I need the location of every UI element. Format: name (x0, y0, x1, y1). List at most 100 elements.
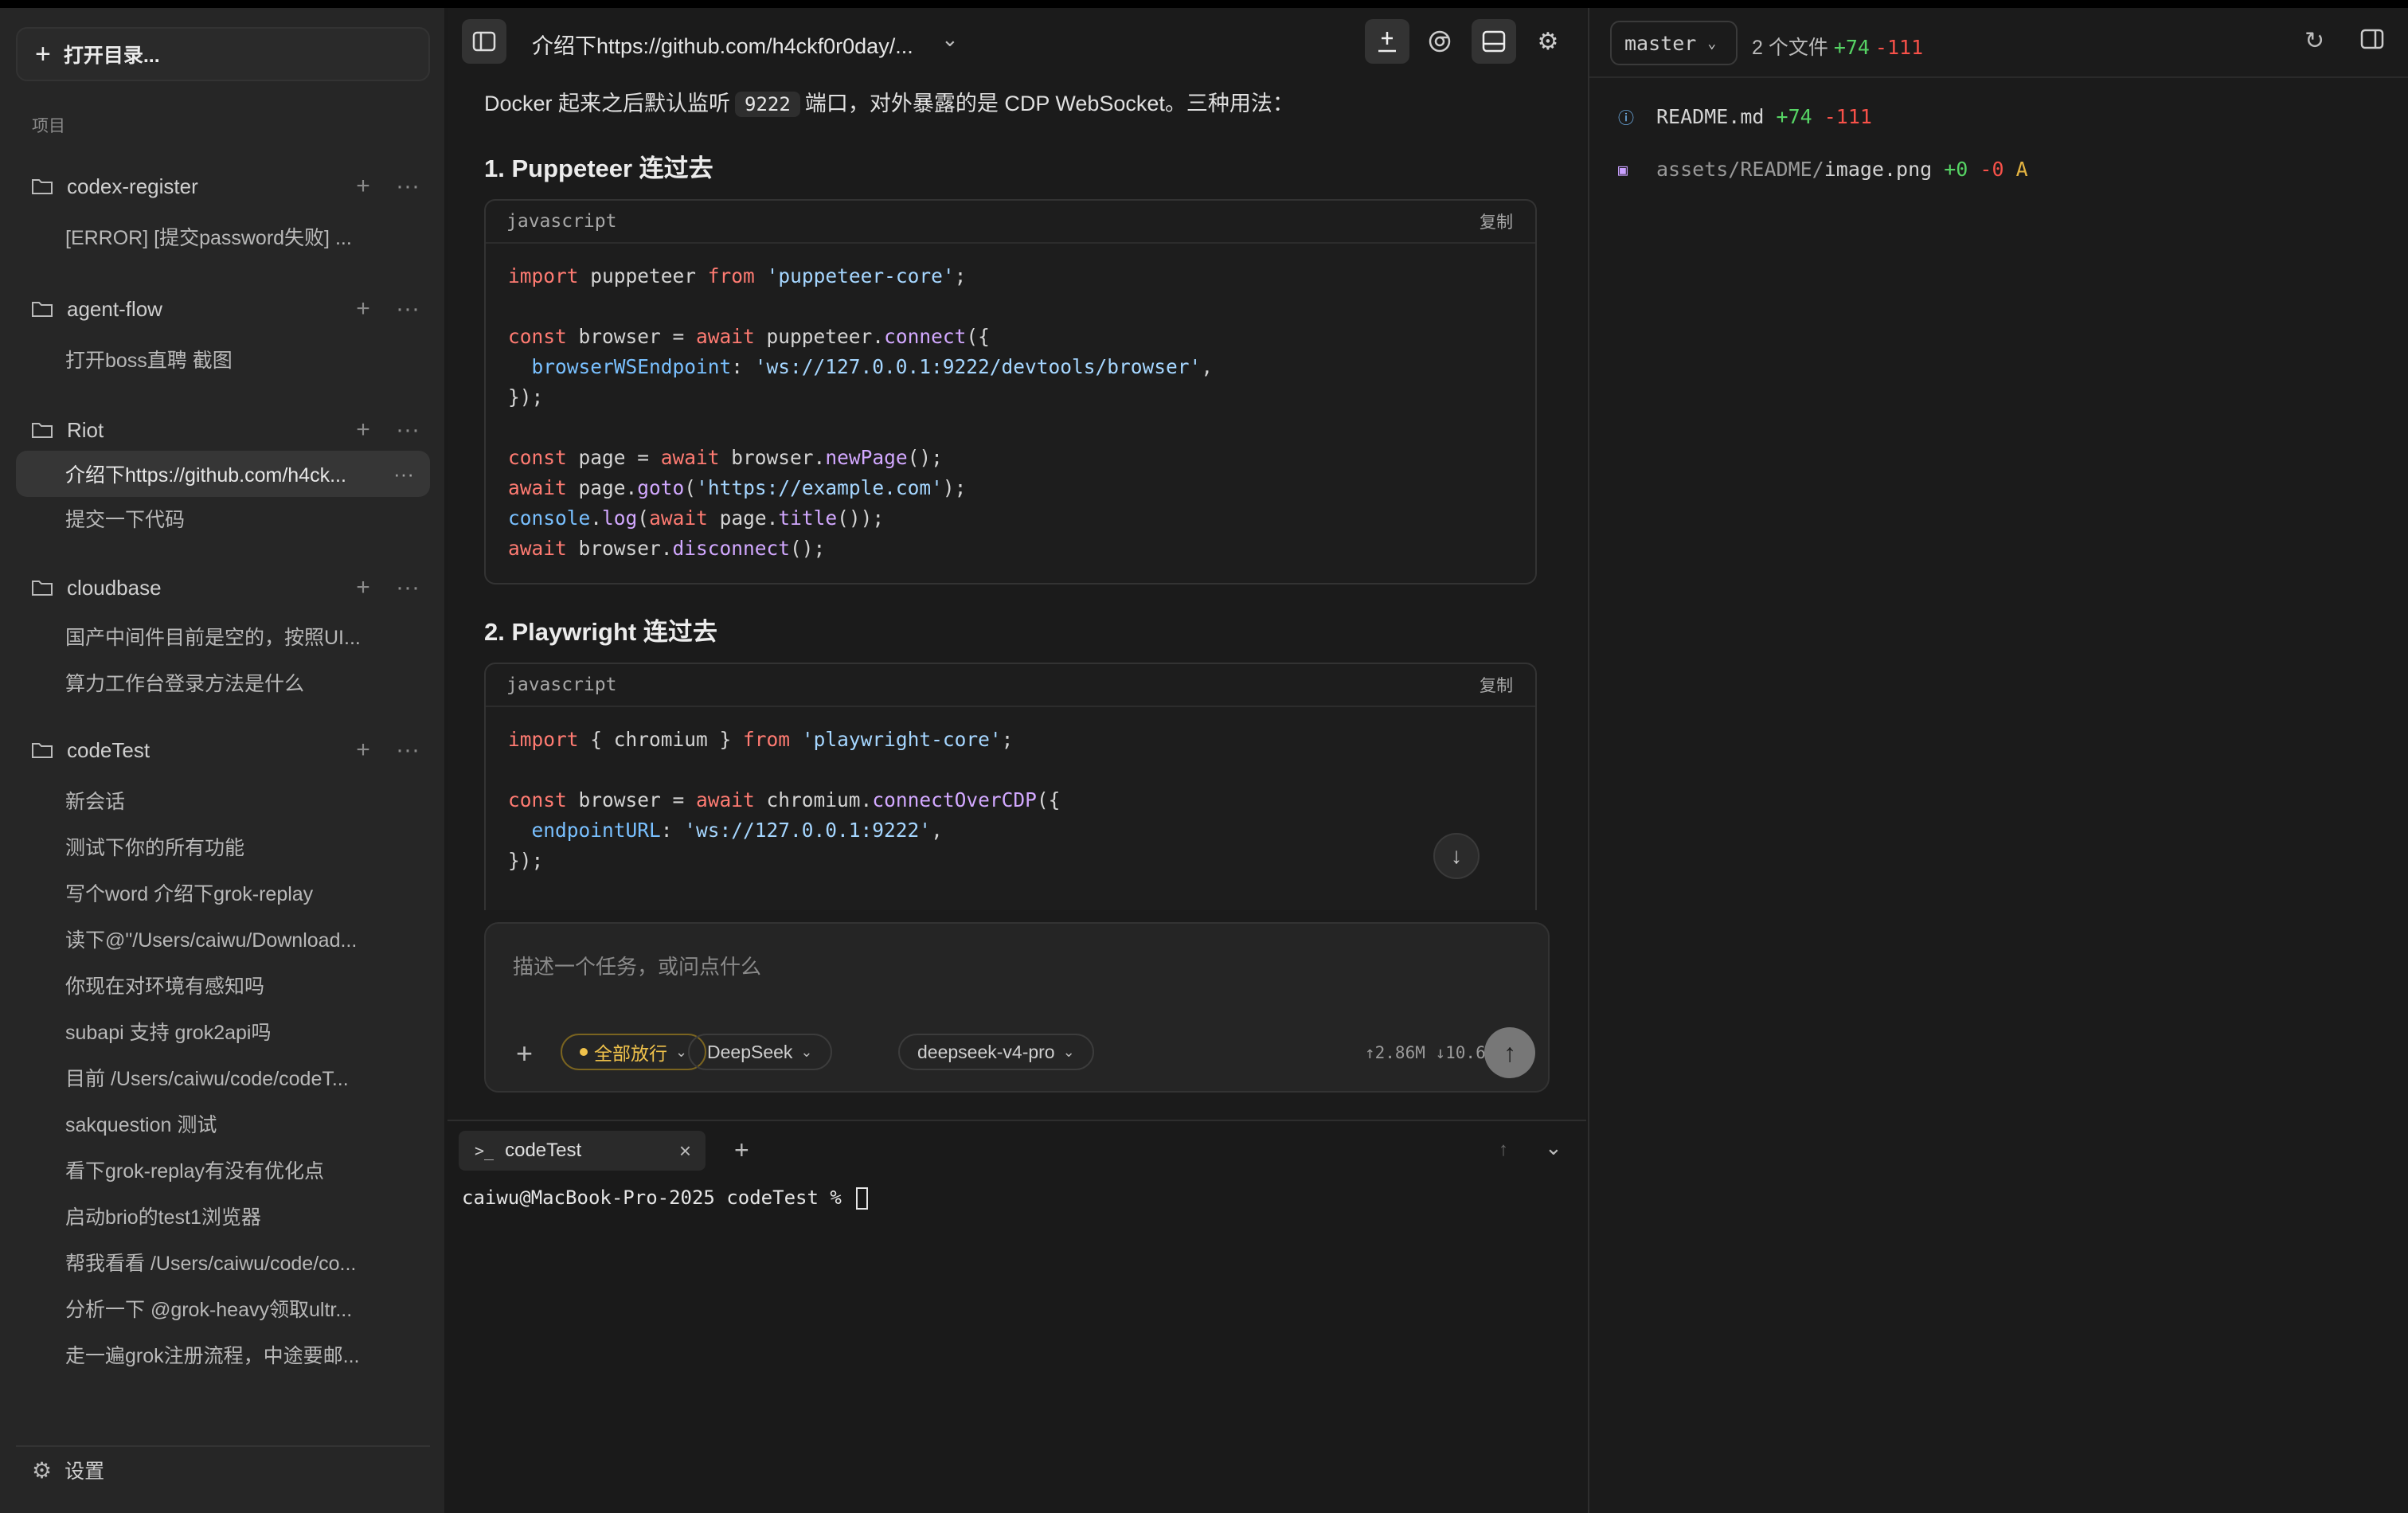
thread-item[interactable]: 走一遍grok注册流程，中途要邮... (16, 1335, 430, 1374)
project-agent-flow[interactable]: agent-flow + ··· (16, 287, 430, 331)
more-icon[interactable]: ··· (385, 295, 430, 323)
terminal-prompt: caiwu@MacBook-Pro-2025 codeTest % (462, 1187, 854, 1209)
thread-item[interactable]: 打开boss直聘 截图 (16, 339, 430, 379)
provider-label: DeepSeek (707, 1041, 793, 1062)
project-codetest[interactable]: codeTest + ··· (16, 728, 430, 772)
terminal-cursor (856, 1187, 869, 1210)
attach-plus-icon[interactable]: + (516, 1037, 533, 1070)
project-name: codex-register (67, 174, 198, 198)
thread-item[interactable]: 启动brio的test1浏览器 (16, 1196, 430, 1236)
project-cloudbase[interactable]: cloudbase + ··· (16, 565, 430, 610)
more-icon[interactable]: ··· (385, 574, 430, 601)
close-icon[interactable]: × (679, 1139, 691, 1163)
chevron-down-icon[interactable]: ⌄ (1545, 1136, 1562, 1160)
thread-item[interactable]: 新会话 (16, 780, 430, 820)
project-name: Riot (67, 417, 104, 442)
project-riot[interactable]: Riot + ··· (16, 408, 430, 452)
download-icon (1378, 32, 1396, 53)
new-thread-plus-icon[interactable]: + (341, 173, 385, 200)
chrome-icon (1429, 30, 1451, 53)
settings-button[interactable]: ⚙ 设置 (16, 1445, 430, 1493)
main-panel: 介绍下https://github.com/h4ckf0r0day/... ⌄ … (448, 8, 2032, 1513)
panel-toggle-button[interactable] (2360, 29, 2384, 53)
export-button[interactable] (1365, 19, 1409, 64)
thread-item[interactable]: 看下grok-replay有没有优化点 (16, 1150, 430, 1190)
toggle-sidebar-button[interactable] (462, 19, 506, 64)
open-directory-button[interactable]: + 打开目录... (16, 27, 430, 81)
terminal-output[interactable]: caiwu@MacBook-Pro-2025 codeTest % (462, 1187, 869, 1210)
thread-item[interactable]: 提交一下代码 (16, 498, 430, 538)
branch-dropdown[interactable]: master ⌄ (1610, 21, 1738, 65)
terminal-tab[interactable]: >_ codeTest × (459, 1131, 706, 1171)
new-thread-plus-icon[interactable]: + (341, 416, 385, 444)
copy-button[interactable]: 复制 (1480, 673, 1513, 697)
thread-title[interactable]: 介绍下https://github.com/h4ckf0r0day/... (532, 29, 913, 60)
scroll-to-bottom-button[interactable]: ↓ (1433, 833, 1480, 879)
code-content: import puppeteer from 'puppeteer-core'; … (508, 264, 1214, 560)
provider-dropdown[interactable]: DeepSeek ⌄ (688, 1034, 832, 1070)
thread-item[interactable]: 写个word 介绍下grok-replay (16, 873, 430, 913)
thread-item[interactable]: 读下@"/Users/caiwu/Download... (16, 919, 430, 959)
file-additions: +0 (1944, 158, 1968, 181)
thread-item-label: 介绍下https://github.com/h4ck... (65, 464, 346, 487)
code-language-label: javascript (506, 211, 617, 232)
additions-count: +74 (1833, 36, 1870, 59)
prompt-input[interactable]: 描述一个任务，或问点什么 (513, 951, 761, 980)
main-header: 介绍下https://github.com/h4ckf0r0day/... ⌄ … (448, 8, 1586, 78)
thread-item[interactable]: 算力工作台登录方法是什么 (16, 663, 430, 702)
send-button[interactable]: ↑ (1484, 1027, 1535, 1078)
terminal-panel: >_ codeTest × + ↑ ⌄ caiwu@MacBook-Pro-20… (448, 1120, 1586, 1513)
permission-dropdown[interactable]: 全部放行 ⌄ (561, 1034, 707, 1070)
settings-button-header[interactable]: ⚙ (1526, 19, 1570, 64)
new-thread-plus-icon[interactable]: + (341, 737, 385, 764)
terminal-icon: >_ (475, 1141, 494, 1160)
settings-label: 设置 (64, 1460, 105, 1483)
arrow-down-icon: ↓ (1451, 843, 1462, 868)
chevron-down-icon: ⌄ (675, 1043, 688, 1060)
project-name: codeTest (67, 737, 150, 762)
model-dropdown[interactable]: deepseek-v4-pro ⌄ (898, 1034, 1094, 1070)
token-usage: ↑2.86M ↓10.6k (1365, 1043, 1496, 1062)
thread-item[interactable]: 目前 /Users/caiwu/code/codeT... (16, 1058, 430, 1097)
chevron-down-icon[interactable]: ⌄ (941, 27, 959, 52)
thread-item[interactable]: 国产中间件目前是空的，按照UI... (16, 616, 430, 656)
more-icon[interactable]: ··· (393, 462, 414, 487)
more-icon[interactable]: ··· (385, 737, 430, 764)
sidebar: + 打开目录... 项目 codex-register + ··· [ERROR… (0, 8, 446, 1513)
new-thread-plus-icon[interactable]: + (341, 574, 385, 601)
sidebar-right-icon (2360, 29, 2384, 49)
changed-file-row[interactable]: ⓘ README.md +74 -111 (1618, 105, 1872, 128)
section-heading: 2. Playwright 连过去 (484, 618, 717, 646)
more-icon[interactable]: ··· (385, 173, 430, 200)
refresh-icon[interactable]: ↻ (2304, 27, 2324, 55)
thread-item[interactable]: subapi 支持 grok2api吗 (16, 1011, 430, 1051)
copy-button[interactable]: 复制 (1480, 209, 1513, 233)
new-terminal-plus-icon[interactable]: + (734, 1136, 749, 1165)
toggle-terminal-button[interactable] (1472, 19, 1516, 64)
chat-scroll-area[interactable]: Docker 起来之后默认监听 9222 端口，对外暴露的是 CDP WebSock… (448, 78, 1586, 910)
browser-button[interactable] (1417, 19, 1462, 64)
permission-label: 全部放行 (594, 1043, 667, 1064)
more-icon[interactable]: ··· (385, 416, 430, 444)
thread-item[interactable]: 分析一下 @grok-heavy领取ultr... (16, 1288, 430, 1328)
thread-item[interactable]: [ERROR] [提交password失败] ... (16, 217, 430, 256)
status-dot (580, 1048, 588, 1056)
folder-icon (32, 742, 53, 758)
thread-item-active[interactable]: 介绍下https://github.com/h4ck... ··· (16, 451, 430, 497)
model-label: deepseek-v4-pro (917, 1041, 1055, 1062)
thread-item[interactable]: 帮我看看 /Users/caiwu/code/co... (16, 1242, 430, 1282)
git-panel: master ⌄ 2 个文件 +74 -111 ↻ ⓘ README.md +7… (1588, 8, 2408, 1513)
changed-file-row[interactable]: ▣ assets/README/image.png +0 -0 A (1618, 158, 2028, 181)
intro-text-after: 端口，对外暴露的是 CDP WebSocket。三种用法： (804, 92, 1294, 115)
project-codex-register[interactable]: codex-register + ··· (16, 164, 430, 209)
arrow-up-icon: ↑ (1503, 1038, 1516, 1067)
folder-icon (32, 580, 53, 596)
project-name: cloudbase (67, 575, 162, 600)
thread-item[interactable]: 你现在对环境有感知吗 (16, 965, 430, 1005)
arrow-up-icon[interactable]: ↑ (1499, 1139, 1508, 1161)
chevron-down-icon: ⌄ (1707, 34, 1717, 52)
new-thread-plus-icon[interactable]: + (341, 295, 385, 323)
thread-item[interactable]: 测试下你的所有功能 (16, 827, 430, 866)
file-deletions: -0 (1980, 158, 2004, 181)
thread-item[interactable]: sakquestion 测试 (16, 1104, 430, 1144)
